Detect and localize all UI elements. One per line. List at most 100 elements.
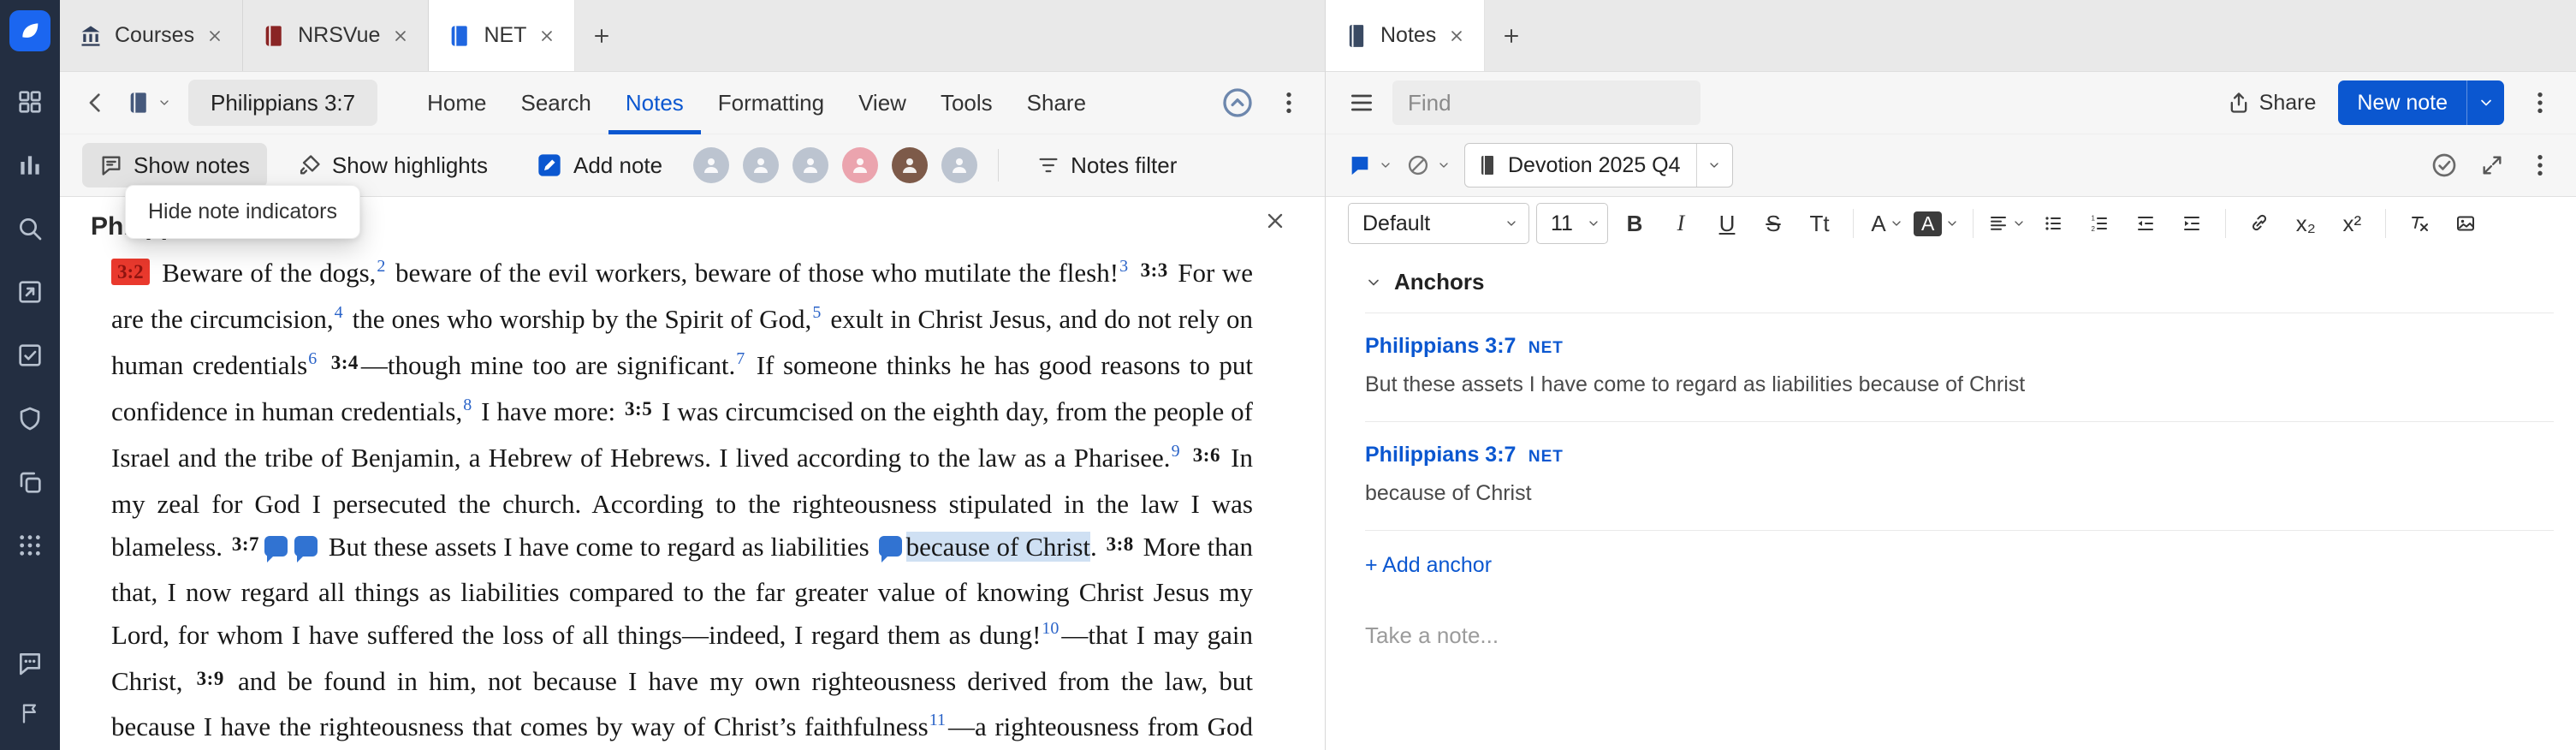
menu-search[interactable]: Search <box>503 72 608 134</box>
menu-notes[interactable]: Notes <box>608 72 701 134</box>
note-text-input[interactable]: Take a note... <box>1365 622 2554 649</box>
footnote-marker[interactable]: 11 <box>929 711 946 729</box>
footnote-marker[interactable]: 6 <box>308 349 317 368</box>
expand-icon[interactable] <box>2480 153 2504 177</box>
tab-courses[interactable]: Courses <box>60 0 244 71</box>
link-button[interactable] <box>2240 203 2279 244</box>
text-case-button[interactable]: Tt <box>1800 203 1839 244</box>
avatar[interactable] <box>693 147 730 183</box>
anchor-reference[interactable]: Philippians 3:7 <box>1365 334 1516 358</box>
footnote-marker[interactable]: 2 <box>377 257 385 276</box>
library-icon[interactable] <box>0 134 60 197</box>
note-bubble-icon <box>1348 153 1372 177</box>
bold-button[interactable]: B <box>1615 203 1654 244</box>
add-anchor-link[interactable]: + Add anchor <box>1365 553 1492 578</box>
go-box-icon[interactable] <box>0 260 60 324</box>
new-tab-button[interactable] <box>575 0 628 71</box>
anchor-item[interactable]: Philippians 3:7 NET because of Christ <box>1365 422 2554 531</box>
note-type-filter[interactable] <box>1348 153 1392 177</box>
outdent-button[interactable] <box>2126 203 2165 244</box>
show-notes-button[interactable]: Show notes <box>82 143 267 188</box>
font-style-select[interactable]: Default <box>1348 203 1529 244</box>
feedback-bubble-icon[interactable] <box>0 639 60 688</box>
bullet-list-button[interactable] <box>2033 203 2073 244</box>
tab-net[interactable]: NET <box>429 0 576 71</box>
footnote-marker[interactable]: 5 <box>812 303 821 322</box>
show-highlights-button[interactable]: Show highlights <box>281 143 505 188</box>
footnote-marker[interactable]: 3 <box>1119 257 1128 276</box>
parallel-copy-icon[interactable] <box>0 450 60 514</box>
note-highlighted-text[interactable]: because of Christ <box>905 532 1091 562</box>
kebab-icon[interactable] <box>2526 152 2554 179</box>
guides-shield-icon[interactable] <box>0 387 60 450</box>
avatar[interactable] <box>842 147 879 183</box>
avatar[interactable] <box>743 147 780 183</box>
anchor-item[interactable]: Philippians 3:7 NET But these assets I h… <box>1365 313 2554 422</box>
menu-formatting[interactable]: Formatting <box>701 72 841 134</box>
close-icon[interactable] <box>1263 209 1287 233</box>
bible-content: Philippians 3 3:2 Beware of the dogs,2 b… <box>60 197 1325 750</box>
menu-view[interactable]: View <box>841 72 923 134</box>
text-color-button[interactable]: A <box>1867 203 1907 244</box>
app-rail <box>0 0 60 750</box>
check-circle-icon[interactable] <box>2431 152 2458 179</box>
kebab-icon[interactable] <box>1275 89 1303 116</box>
anchor-reference[interactable]: Philippians 3:7 <box>1365 443 1516 467</box>
notebook-caret[interactable] <box>1695 144 1732 187</box>
share-button[interactable]: Share <box>2227 91 2316 116</box>
logos-logo[interactable] <box>9 10 50 51</box>
apps-grid-icon[interactable] <box>0 514 60 577</box>
strikethrough-button[interactable]: S <box>1754 203 1793 244</box>
underline-button[interactable]: U <box>1707 203 1747 244</box>
anchors-section-header[interactable]: Anchors <box>1365 269 2554 295</box>
search-icon[interactable] <box>0 197 60 260</box>
add-note-button[interactable]: Add note <box>519 143 680 188</box>
footnote-marker[interactable]: 4 <box>335 303 343 322</box>
avatar[interactable] <box>792 147 829 183</box>
close-icon[interactable] <box>206 27 223 45</box>
indent-button[interactable] <box>2172 203 2211 244</box>
close-icon[interactable] <box>538 27 555 45</box>
menu-tools[interactable]: Tools <box>923 72 1010 134</box>
clear-formatting-button[interactable] <box>2400 203 2439 244</box>
highlight-style-filter[interactable] <box>1406 153 1451 177</box>
italic-button[interactable]: I <box>1661 203 1701 244</box>
menu-share[interactable]: Share <box>1010 72 1103 134</box>
subscript-button[interactable]: x₂ <box>2286 203 2325 244</box>
new-note-button[interactable]: New note <box>2338 80 2466 125</box>
notes-filter-button[interactable]: Notes filter <box>1019 143 1194 188</box>
dashboard-icon[interactable] <box>0 70 60 134</box>
collapse-circle-icon[interactable] <box>1220 86 1255 120</box>
numbered-list-button[interactable] <box>2080 203 2119 244</box>
note-indicator-icon[interactable] <box>264 536 288 562</box>
footnote-marker[interactable]: 7 <box>736 349 745 368</box>
menu-home[interactable]: Home <box>410 72 503 134</box>
note-indicator-icon[interactable] <box>878 536 902 562</box>
font-size-select[interactable]: 11 <box>1536 203 1608 244</box>
note-indicator-icon[interactable] <box>294 536 318 562</box>
find-input[interactable] <box>1392 80 1701 125</box>
new-tab-button[interactable] <box>1485 0 1538 71</box>
kebab-icon[interactable] <box>2526 89 2554 116</box>
resource-selector[interactable] <box>127 91 171 115</box>
avatar[interactable] <box>892 147 929 183</box>
flag-icon[interactable] <box>0 688 60 738</box>
footnote-marker[interactable]: 8 <box>463 396 472 414</box>
new-note-caret-button[interactable] <box>2466 80 2504 125</box>
highlight-color-button[interactable]: A <box>1914 203 1959 244</box>
avatar[interactable] <box>941 147 978 183</box>
superscript-button[interactable]: x² <box>2332 203 2371 244</box>
tab-notes[interactable]: Notes <box>1326 0 1486 71</box>
footnote-marker[interactable]: 10 <box>1042 619 1059 638</box>
notebook-selector[interactable]: Devotion 2025 Q4 <box>1464 143 1733 188</box>
footnote-marker[interactable]: 9 <box>1172 442 1180 461</box>
insert-image-button[interactable] <box>2446 203 2485 244</box>
reference-box[interactable]: Philippians 3:7 <box>188 80 378 126</box>
hamburger-icon[interactable] <box>1348 89 1375 116</box>
tab-nrsvue[interactable]: NRSVue <box>243 0 430 71</box>
courses-check-icon[interactable] <box>0 324 60 387</box>
align-button[interactable] <box>1987 203 2027 244</box>
close-icon[interactable] <box>1448 27 1465 45</box>
back-button[interactable] <box>82 89 110 116</box>
close-icon[interactable] <box>392 27 409 45</box>
